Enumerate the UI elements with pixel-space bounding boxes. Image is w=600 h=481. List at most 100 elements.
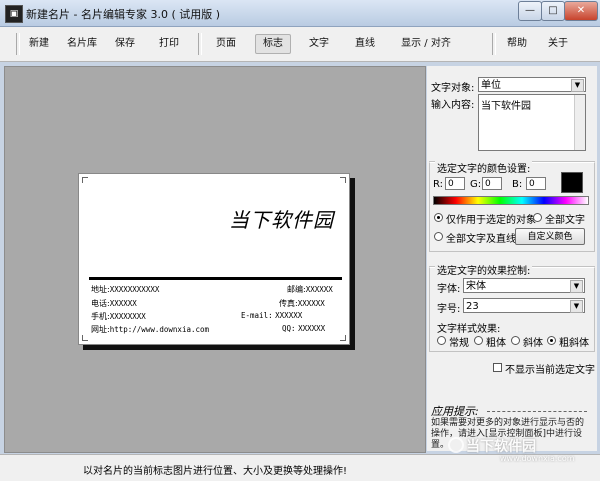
hint-title: 应用提示: [431, 405, 479, 418]
zip-value: XXXXXX [305, 285, 333, 294]
card-address[interactable]: 地址:XXXXXXXXXXX [91, 284, 159, 295]
toolbar-display-align-button[interactable]: 显示 / 对齐 [394, 35, 458, 53]
card-fax[interactable]: 传真:XXXXXX [279, 298, 325, 309]
input-content-textarea[interactable]: 当下软件园 [478, 94, 586, 151]
address-value: XXXXXXXXXXX [109, 285, 160, 294]
radio-style-normal-label: 常规 [449, 338, 469, 349]
close-button[interactable]: ✕ [564, 1, 598, 21]
toolbar-separator [16, 33, 20, 55]
qq-label: QQ: [282, 324, 296, 333]
card-zip[interactable]: 邮编:XXXXXX [287, 284, 333, 295]
toolbar-separator [198, 33, 202, 55]
corner-handle[interactable] [340, 335, 346, 341]
business-card[interactable]: 当下软件园 地址:XXXXXXXXXXX 邮编:XXXXXX 电话:XXXXXX… [78, 173, 350, 345]
radio-style-bold-italic[interactable] [547, 336, 556, 345]
title-bar: ▣ 新建名片 - 名片编辑专家 3.0 ( 试用版 ) — □ ✕ [0, 0, 600, 27]
card-qq[interactable]: QQ: XXXXXX [282, 324, 325, 333]
toolbar-logo-button[interactable]: 标志 [255, 34, 291, 54]
phone-value: XXXXXX [109, 299, 137, 308]
watermark-url: www.downxia.com [500, 454, 575, 463]
toolbar-print-button[interactable]: 打印 [152, 35, 186, 53]
radio-style-bold-label: 粗体 [486, 338, 506, 349]
card-website[interactable]: 网址:http://www.downxia.com [91, 324, 209, 335]
toolbar-card-library-button[interactable]: 名片库 [62, 35, 102, 53]
watermark-logo-icon [448, 437, 464, 453]
editor-canvas[interactable]: 当下软件园 地址:XXXXXXXXXXX 邮编:XXXXXX 电话:XXXXXX… [4, 66, 426, 453]
g-input[interactable]: 0 [482, 177, 502, 190]
chevron-down-icon[interactable]: ▼ [570, 280, 583, 293]
toolbar-save-button[interactable]: 保存 [110, 35, 140, 53]
card-mobile[interactable]: 手机:XXXXXXXX [91, 311, 146, 322]
radio-style-normal[interactable] [437, 336, 446, 345]
text-object-label: 文字对象: [431, 83, 475, 94]
toolbar: 新建 名片库 保存 打印 页面 标志 文字 直线 显示 / 对齐 帮助 关于 [0, 27, 600, 62]
toolbar-line-button[interactable]: 直线 [348, 35, 382, 53]
window-title: 新建名片 - 名片编辑专家 3.0 ( 试用版 ) [26, 8, 221, 21]
corner-handle[interactable] [82, 177, 88, 183]
input-content-value: 当下软件园 [481, 101, 531, 112]
app-icon: ▣ [5, 5, 23, 23]
toolbar-new-button[interactable]: 新建 [24, 35, 54, 53]
toolbar-separator [492, 33, 496, 55]
radio-style-italic[interactable] [511, 336, 520, 345]
radio-style-bold[interactable] [474, 336, 483, 345]
property-panel: 文字对象: 单位 ▼ 输入内容: 当下软件园 选定文字的颜色设置: R: 0 G… [427, 66, 597, 451]
mobile-label: 手机: [91, 312, 110, 321]
qq-value: XXXXXX [298, 324, 326, 333]
color-swatch[interactable] [561, 172, 583, 193]
radio-all-text[interactable] [533, 213, 542, 222]
text-style-label: 文字样式效果: [437, 324, 501, 335]
card-email[interactable]: E-mail: XXXXXX [241, 311, 302, 320]
size-select[interactable]: 23 ▼ [463, 298, 585, 313]
radio-all-text-lines[interactable] [434, 232, 443, 241]
color-spectrum-slider[interactable] [433, 196, 589, 205]
size-value: 23 [466, 301, 479, 312]
corner-handle[interactable] [340, 177, 346, 183]
hide-selected-text-checkbox[interactable] [493, 363, 502, 372]
fax-value: XXXXXX [297, 299, 325, 308]
watermark-name: 当下软件园 [466, 439, 536, 455]
effect-group-title: 选定文字的效果控制: [435, 262, 533, 277]
hide-selected-text-label: 不显示当前选定文字 [505, 365, 595, 376]
text-object-select[interactable]: 单位 ▼ [478, 77, 586, 92]
size-label: 字号: [437, 304, 461, 315]
chevron-down-icon[interactable]: ▼ [571, 79, 584, 92]
card-phone[interactable]: 电话:XXXXXX [91, 298, 137, 309]
web-value: http://www.downxia.com [109, 325, 210, 334]
font-select[interactable]: 宋体 ▼ [463, 278, 585, 293]
radio-selected-object[interactable] [434, 213, 443, 222]
b-label: B: [512, 179, 523, 190]
minimize-button[interactable]: — [518, 1, 542, 21]
phone-label: 电话: [91, 299, 110, 308]
address-label: 地址: [91, 285, 110, 294]
toolbar-help-button[interactable]: 帮助 [500, 35, 534, 53]
radio-all-text-label: 全部文字 [545, 215, 585, 226]
textarea-scrollbar[interactable] [574, 95, 585, 150]
maximize-button[interactable]: □ [541, 1, 565, 21]
toolbar-text-button[interactable]: 文字 [302, 35, 336, 53]
text-object-value: 单位 [481, 80, 501, 91]
font-value: 宋体 [466, 281, 486, 292]
b-input[interactable]: 0 [526, 177, 546, 190]
zip-label: 邮编: [287, 285, 306, 294]
color-group-title: 选定文字的颜色设置: [435, 160, 533, 175]
radio-style-bold-italic-label: 粗斜体 [559, 338, 589, 349]
chevron-down-icon[interactable]: ▼ [570, 300, 583, 313]
g-label: G: [470, 179, 482, 190]
radio-selected-object-label: 仅作用于选定的对象 [446, 215, 536, 226]
fax-label: 传真: [279, 299, 298, 308]
card-divider-line[interactable] [89, 277, 342, 280]
corner-handle[interactable] [82, 335, 88, 341]
mobile-value: XXXXXXXX [109, 312, 146, 321]
radio-all-text-lines-label: 全部文字及直线 [446, 234, 516, 245]
input-content-label: 输入内容: [431, 100, 475, 111]
custom-color-button[interactable]: 自定义颜色 [515, 228, 585, 245]
hint-divider [487, 411, 587, 412]
card-company-name[interactable]: 当下软件园 [229, 204, 334, 233]
status-text: 以对名片的当前标志图片进行位置、大小及更换等处理操作! [82, 466, 347, 477]
email-value: XXXXXX [275, 311, 303, 320]
r-input[interactable]: 0 [445, 177, 465, 190]
toolbar-about-button[interactable]: 关于 [541, 35, 575, 53]
toolbar-page-button[interactable]: 页面 [206, 35, 246, 53]
font-label: 字体: [437, 284, 461, 295]
